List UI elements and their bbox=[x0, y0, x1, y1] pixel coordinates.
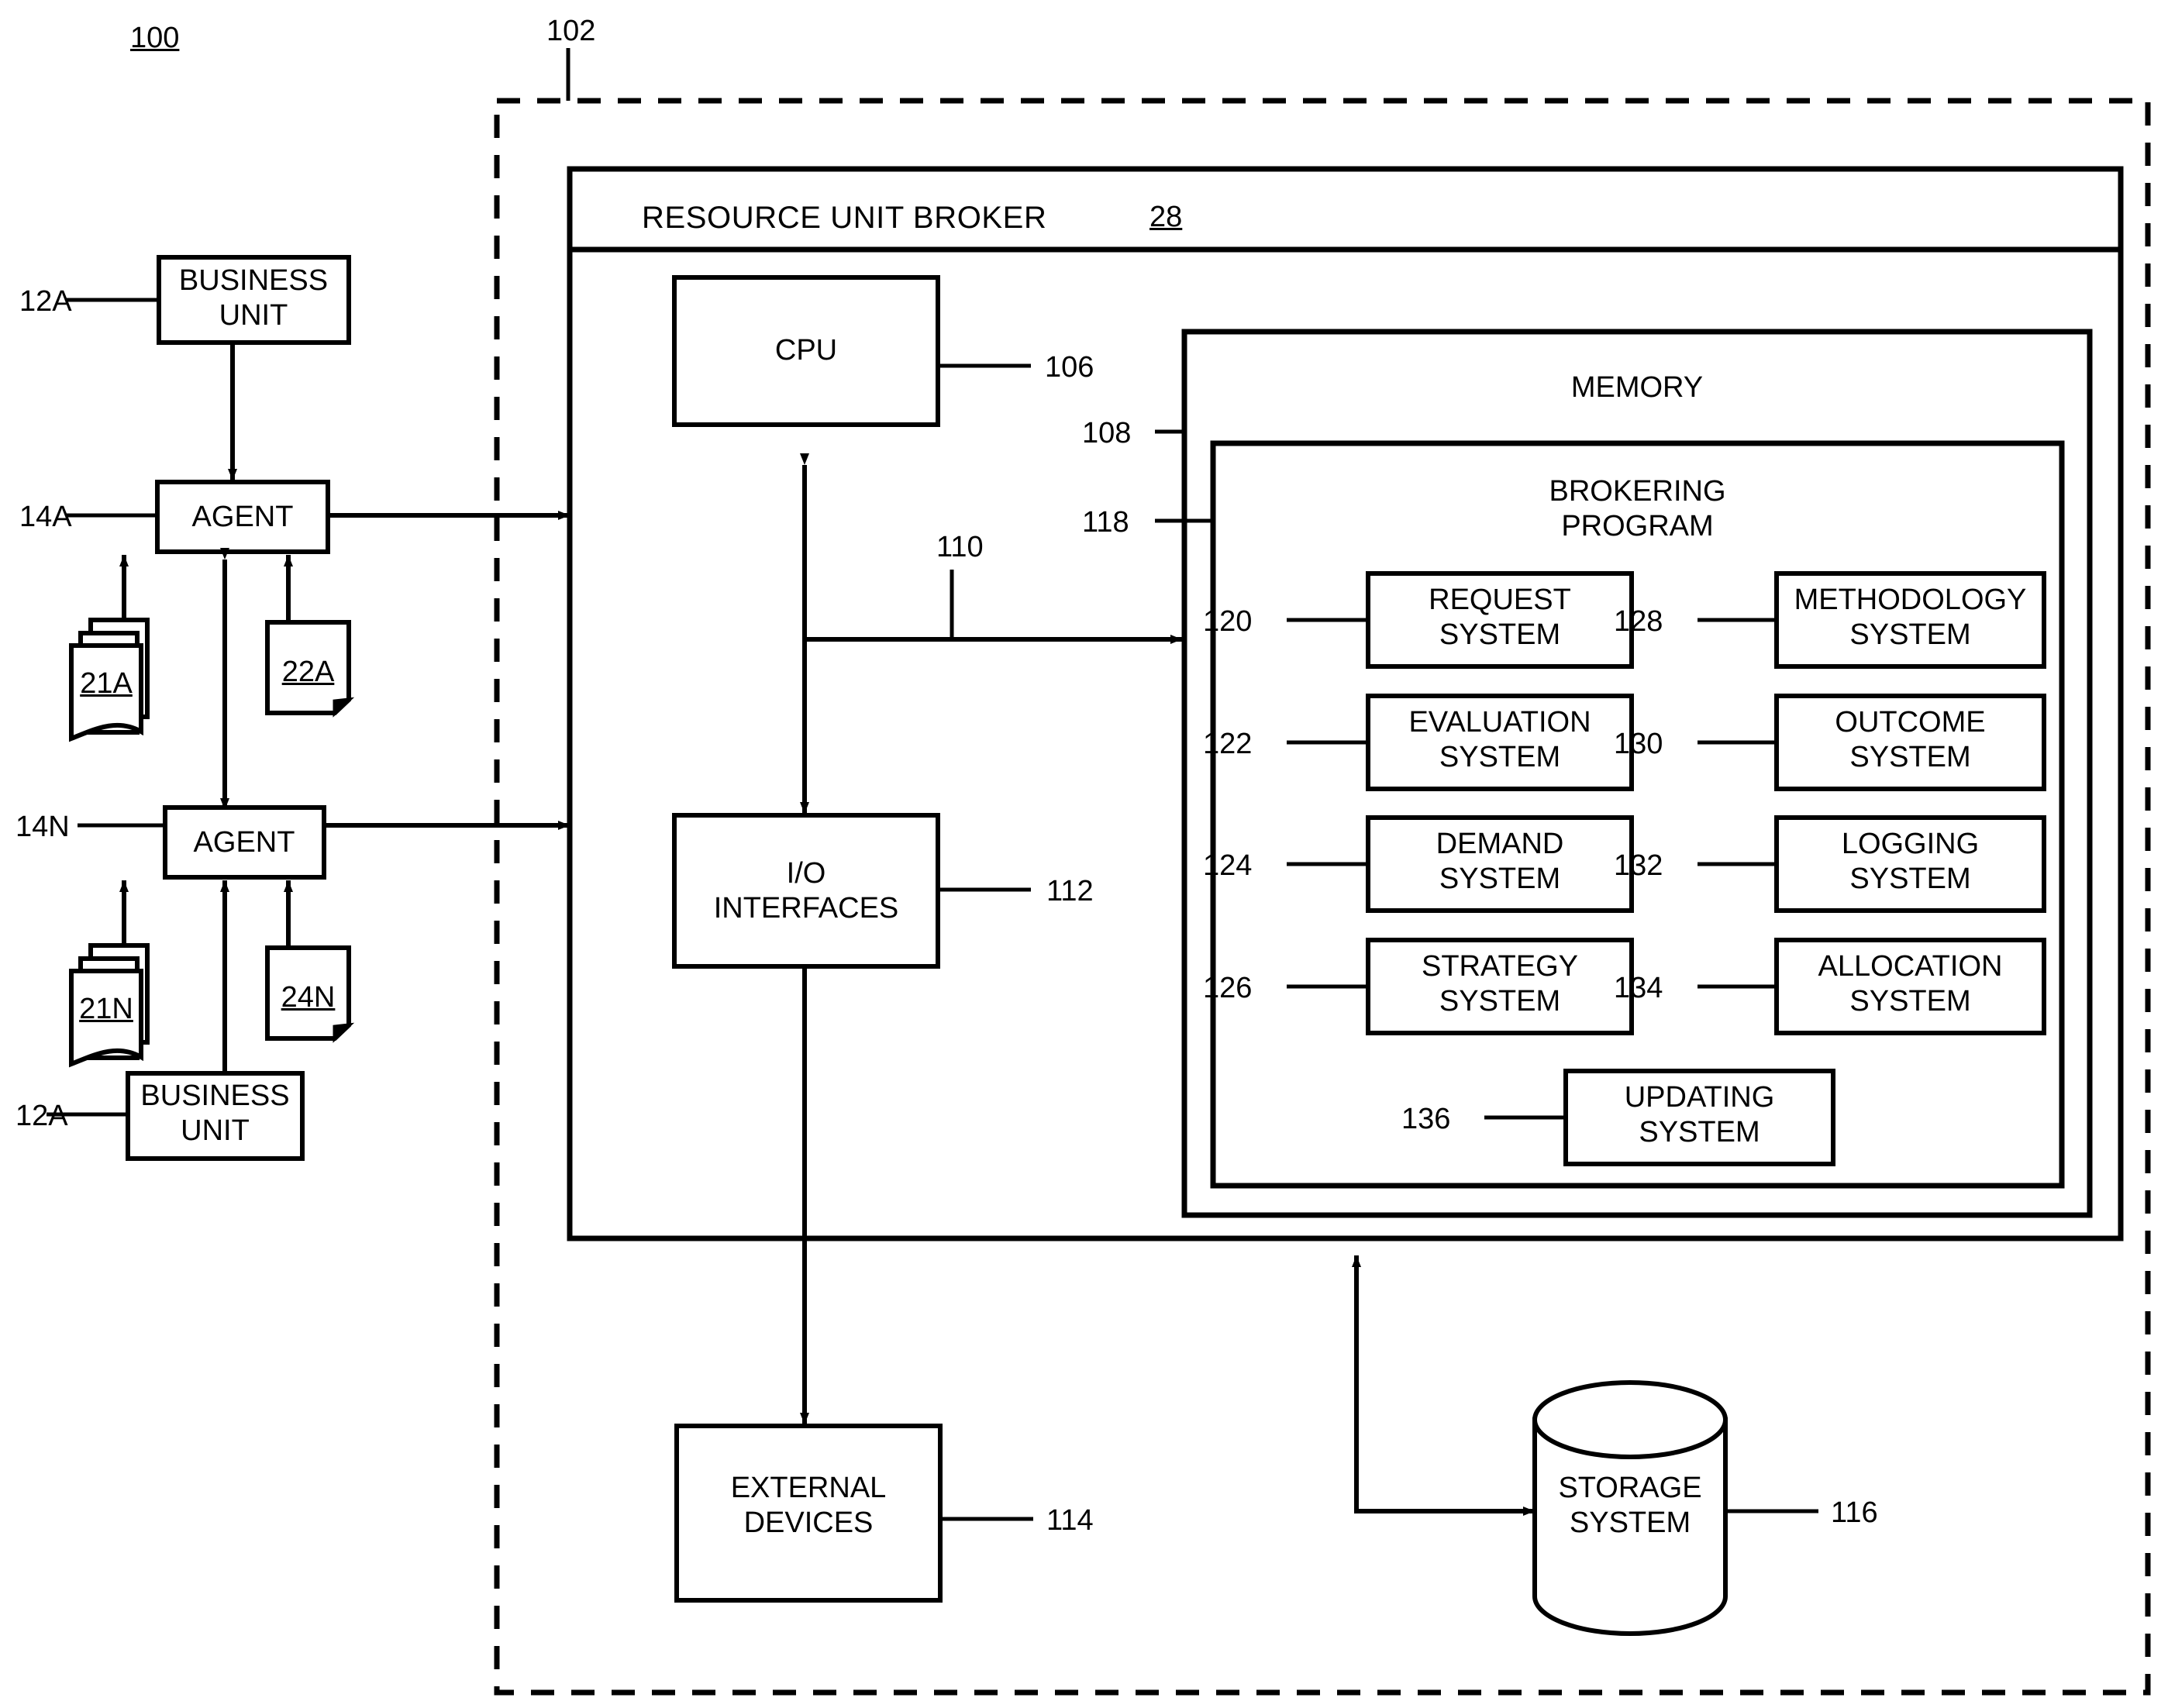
strategy-system-label: STRATEGY SYSTEM bbox=[1422, 950, 1578, 1018]
evaluation-system-label: EVALUATION SYSTEM bbox=[1408, 706, 1591, 773]
ref-132: 132 bbox=[1614, 849, 1663, 882]
external-devices-label: EXTERNAL DEVICES bbox=[730, 1472, 887, 1539]
ref-14A: 14A bbox=[19, 501, 72, 533]
io-interfaces-label: I/O INTERFACES bbox=[713, 857, 899, 925]
logging-system-label: LOGGING SYSTEM bbox=[1841, 828, 1980, 895]
outcome-system-label: OUTCOME SYSTEM bbox=[1835, 706, 1986, 773]
ref-136: 136 bbox=[1401, 1103, 1451, 1135]
ref-108: 108 bbox=[1082, 417, 1132, 449]
cpu-label: CPU bbox=[774, 334, 838, 367]
ref-12A-bottom: 12A bbox=[16, 1100, 68, 1132]
ref-116: 116 bbox=[1831, 1496, 1878, 1529]
ref-110: 110 bbox=[936, 531, 984, 563]
storage-system-label: STORAGE SYSTEM bbox=[1558, 1472, 1702, 1539]
request-system-label: REQUEST SYSTEM bbox=[1429, 584, 1571, 651]
ref-128: 128 bbox=[1614, 605, 1663, 638]
ref-124: 124 bbox=[1203, 849, 1253, 882]
storage-cylinder-top bbox=[1532, 1380, 1728, 1459]
updating-system-label: UPDATING SYSTEM bbox=[1624, 1081, 1775, 1148]
memory-label: MEMORY bbox=[1570, 371, 1704, 404]
broker-title-ref-28: 28 bbox=[1149, 201, 1183, 233]
ref-118: 118 bbox=[1082, 506, 1129, 539]
ref-126: 126 bbox=[1203, 972, 1253, 1004]
business-unit-top-label: BUSINESS UNIT bbox=[178, 264, 329, 332]
allocation-system-label: ALLOCATION SYSTEM bbox=[1818, 950, 2003, 1018]
agent-bottom-label: AGENT bbox=[193, 826, 295, 859]
figure-number: 100 bbox=[130, 22, 180, 54]
doc-24N-label: 24N bbox=[281, 981, 336, 1014]
ref-114: 114 bbox=[1046, 1504, 1094, 1537]
enclosure-ref-102: 102 bbox=[546, 15, 596, 47]
ref-112: 112 bbox=[1046, 875, 1094, 907]
ref-12A-top: 12A bbox=[19, 285, 72, 318]
agent-top-label: AGENT bbox=[191, 501, 294, 533]
demand-system-label: DEMAND SYSTEM bbox=[1436, 828, 1564, 895]
methodology-system-label: METHODOLOGY SYSTEM bbox=[1794, 584, 2027, 651]
ref-122: 122 bbox=[1203, 728, 1253, 760]
broker-title: RESOURCE UNIT BROKER bbox=[642, 201, 1047, 235]
ref-130: 130 bbox=[1614, 728, 1663, 760]
diagram-canvas: 100 102 12A BUSINESS UNIT 14A AGENT 21A … bbox=[0, 0, 2168, 1708]
ref-120: 120 bbox=[1203, 605, 1253, 638]
docs-21A-label: 21A bbox=[80, 667, 133, 700]
docs-21N-label: 21N bbox=[79, 993, 133, 1025]
brokering-program-label: BROKERING PROGRAM bbox=[1549, 475, 1726, 542]
ref-14N: 14N bbox=[16, 811, 70, 843]
doc-22A-label: 22A bbox=[281, 656, 335, 688]
doc-22A-fold bbox=[333, 697, 355, 718]
ref-134: 134 bbox=[1614, 972, 1663, 1004]
link-storage-to-memory bbox=[1352, 1255, 1488, 1513]
business-unit-bottom-label: BUSINESS UNIT bbox=[140, 1080, 290, 1147]
ref-106: 106 bbox=[1045, 351, 1094, 384]
doc-24N-fold bbox=[333, 1022, 355, 1043]
